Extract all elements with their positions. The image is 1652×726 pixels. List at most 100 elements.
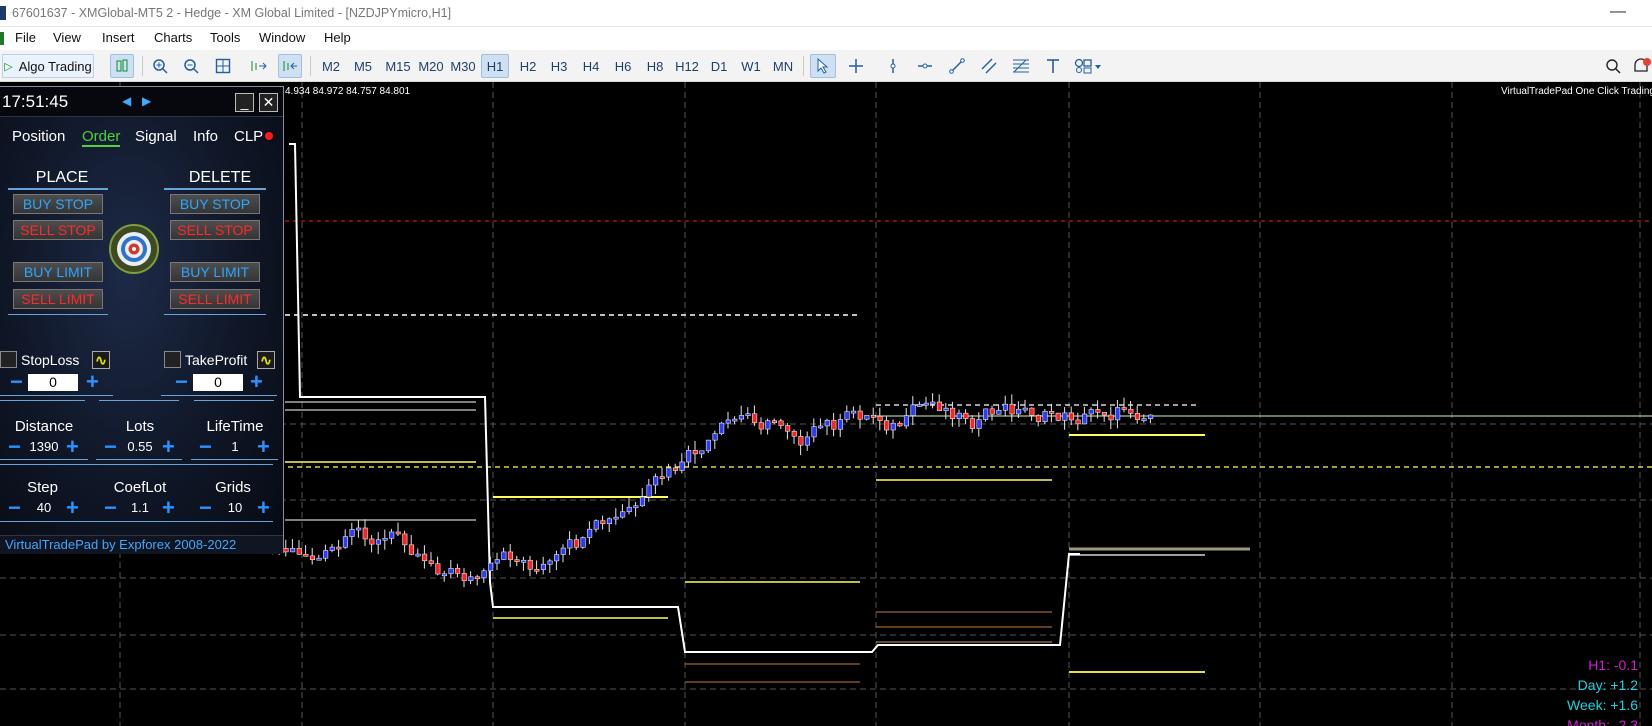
coeflot-minus-button[interactable]: −: [104, 497, 117, 519]
takeprofit-input[interactable]: 0: [193, 374, 243, 391]
chart-shift-icon[interactable]: [278, 54, 302, 78]
crosshair-icon[interactable]: [843, 54, 869, 78]
candle-body: [870, 414, 877, 418]
timeframe-h12[interactable]: H12: [671, 54, 703, 78]
text-tool-icon[interactable]: [1041, 54, 1065, 78]
algo-trading-button[interactable]: ▷ Algo Trading: [2, 54, 94, 78]
takeprofit-trail-icon[interactable]: ∿: [257, 351, 275, 369]
stoploss-input[interactable]: 0: [28, 374, 78, 391]
place-sell-stop-button[interactable]: SELL STOP: [13, 220, 103, 240]
timeframe-mn[interactable]: MN: [768, 54, 798, 78]
stoploss-checkbox[interactable]: [0, 351, 17, 368]
timeframe-m30[interactable]: M30: [447, 54, 479, 78]
menu-file[interactable]: File: [15, 30, 36, 45]
tab-order[interactable]: Order: [82, 128, 121, 147]
grids-value[interactable]: 10: [213, 500, 257, 515]
lots-plus-button[interactable]: +: [162, 436, 175, 458]
trendline-icon[interactable]: [945, 54, 969, 78]
takeprofit-checkbox[interactable]: [164, 351, 181, 368]
timeframe-h6[interactable]: H6: [609, 54, 637, 78]
target-icon[interactable]: [109, 224, 159, 279]
candle-body: [514, 559, 520, 562]
tab-clp[interactable]: CLP: [234, 128, 263, 145]
nav-right-icon[interactable]: ▶: [142, 94, 151, 108]
place-sell-limit-button[interactable]: SELL LIMIT: [13, 289, 103, 309]
timeframe-h8[interactable]: H8: [641, 54, 669, 78]
lifetime-plus-button[interactable]: +: [257, 436, 270, 458]
place-buy-stop-button[interactable]: BUY STOP: [13, 194, 103, 214]
lifetime-value[interactable]: 1: [213, 439, 257, 454]
candle-body: [831, 419, 837, 430]
lots-minus-button[interactable]: −: [104, 436, 117, 458]
timeframe-w1[interactable]: W1: [737, 54, 765, 78]
menu-window[interactable]: Window: [259, 30, 305, 45]
panel-minimize-button[interactable]: _: [235, 93, 254, 112]
timeframe-m20[interactable]: M20: [415, 54, 447, 78]
autoscroll-icon[interactable]: [247, 54, 271, 78]
grids-plus-button[interactable]: +: [257, 497, 270, 519]
timeframe-h4[interactable]: H4: [577, 54, 605, 78]
takeprofit-plus-button[interactable]: +: [250, 371, 263, 393]
horizontal-line-icon[interactable]: [913, 54, 937, 78]
minimize-window-button[interactable]: —: [1610, 3, 1626, 21]
candle-body: [362, 527, 368, 540]
place-buy-limit-button[interactable]: BUY LIMIT: [13, 262, 103, 282]
search-icon[interactable]: [1602, 54, 1624, 78]
timeframe-h2[interactable]: H2: [514, 54, 542, 78]
candle-body: [639, 496, 646, 507]
stoploss-minus-button[interactable]: −: [10, 371, 23, 393]
vertical-line-icon[interactable]: [881, 54, 905, 78]
distance-value[interactable]: 1390: [22, 439, 66, 454]
lots-value[interactable]: 0.55: [118, 439, 162, 454]
notifications-icon[interactable]: [1632, 54, 1652, 78]
tab-position[interactable]: Position: [12, 128, 65, 145]
lifetime-minus-button[interactable]: −: [199, 436, 212, 458]
zoom-out-icon[interactable]: [179, 54, 203, 78]
takeprofit-minus-button[interactable]: −: [175, 371, 188, 393]
channel-icon[interactable]: [977, 54, 1001, 78]
candle-body: [580, 537, 586, 548]
timeframe-h3[interactable]: H3: [545, 54, 573, 78]
zoom-in-icon[interactable]: [148, 54, 172, 78]
menu-help[interactable]: Help: [324, 30, 351, 45]
menu-tools[interactable]: Tools: [210, 30, 240, 45]
stoploss-plus-button[interactable]: +: [86, 371, 99, 393]
delete-sell-stop-button[interactable]: SELL STOP: [170, 220, 260, 240]
stoploss-trail-icon[interactable]: ∿: [92, 351, 110, 369]
timeframe-m5[interactable]: M5: [349, 54, 377, 78]
fibonacci-icon[interactable]: [1009, 54, 1033, 78]
grid-icon[interactable]: [211, 54, 235, 78]
candles-chart-icon[interactable]: [110, 54, 134, 78]
delete-buy-stop-button[interactable]: BUY STOP: [170, 194, 260, 214]
timeframe-m2[interactable]: M2: [317, 54, 345, 78]
step-value[interactable]: 40: [22, 500, 66, 515]
timeframe-d1[interactable]: D1: [705, 54, 733, 78]
timeframe-m15[interactable]: M15: [382, 54, 414, 78]
delete-sell-limit-button[interactable]: SELL LIMIT: [170, 289, 260, 309]
candle-body: [936, 401, 943, 412]
cursor-icon[interactable]: [810, 54, 836, 78]
tab-signal[interactable]: Signal: [135, 128, 177, 145]
panel-close-button[interactable]: ✕: [259, 93, 278, 112]
tab-info[interactable]: Info: [193, 128, 218, 145]
distance-minus-button[interactable]: −: [8, 436, 21, 458]
menu-view[interactable]: View: [53, 30, 81, 45]
coeflot-value[interactable]: 1.1: [118, 500, 162, 515]
step-plus-button[interactable]: +: [66, 497, 79, 519]
coeflot-label: CoefLot: [113, 479, 167, 496]
candle-body: [521, 559, 527, 563]
timeframe-h1[interactable]: H1: [481, 54, 509, 78]
candle-body: [309, 555, 316, 561]
candle-body: [342, 536, 349, 548]
step-minus-button[interactable]: −: [8, 497, 21, 519]
delete-buy-limit-button[interactable]: BUY LIMIT: [170, 262, 260, 282]
nav-left-icon[interactable]: ◀: [122, 94, 131, 108]
lots-label: Lots: [125, 418, 155, 435]
menu-charts[interactable]: Charts: [154, 30, 192, 45]
distance-plus-button[interactable]: +: [66, 436, 79, 458]
menu-insert[interactable]: Insert: [102, 30, 135, 45]
shapes-icon[interactable]: [1071, 54, 1105, 78]
coeflot-plus-button[interactable]: +: [162, 497, 175, 519]
candle-body: [917, 404, 923, 407]
grids-minus-button[interactable]: −: [199, 497, 212, 519]
